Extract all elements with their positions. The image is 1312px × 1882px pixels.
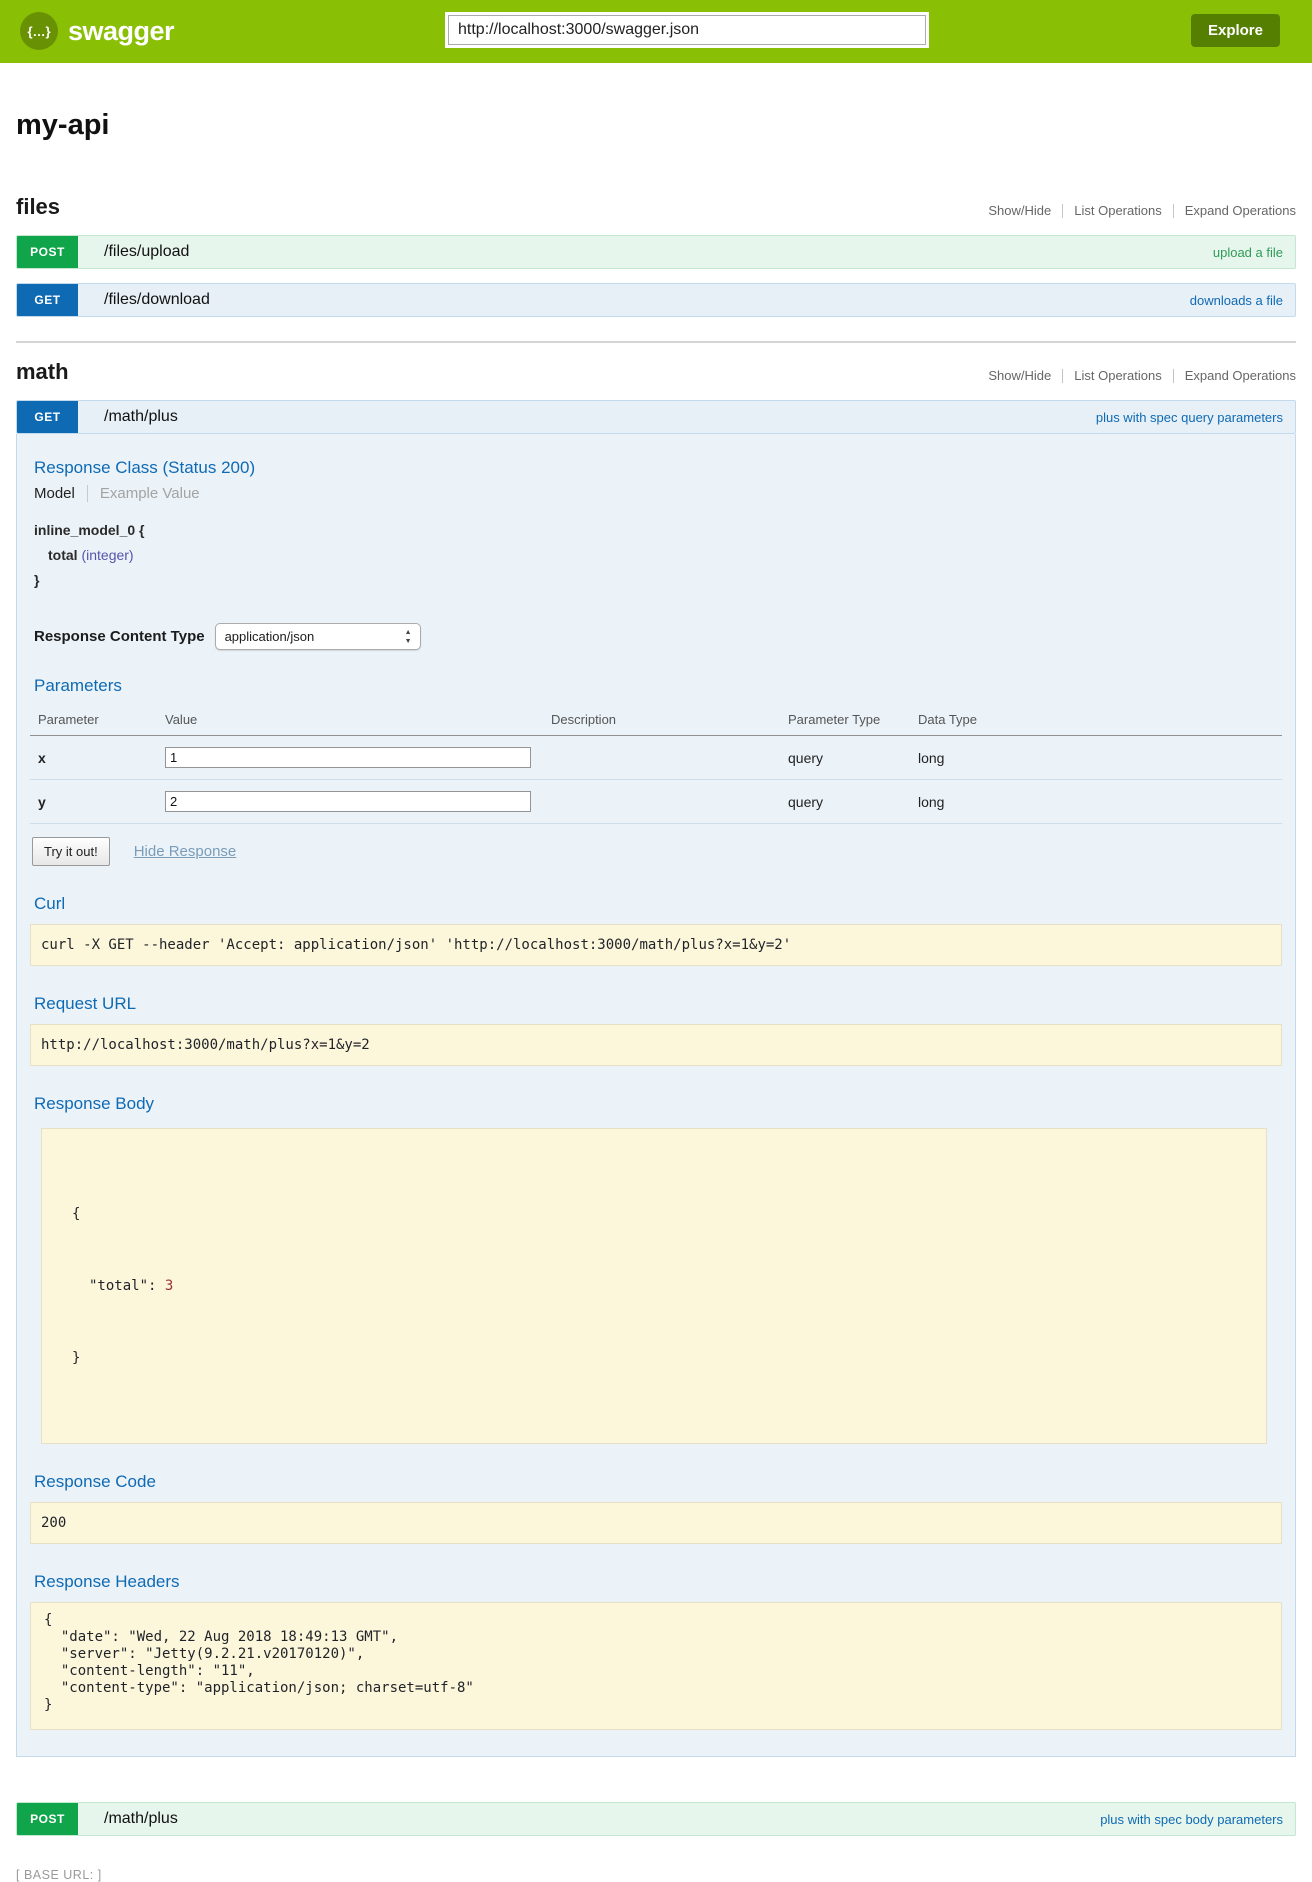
param-data-type: long [910, 736, 1282, 780]
hide-response-link[interactable]: Hide Response [134, 843, 237, 860]
response-class-heading: Response Class (Status 200) [34, 458, 1282, 478]
files-section-heading: files Show/Hide List Operations Expand O… [16, 194, 1296, 220]
resource-link-files[interactable]: files [16, 194, 60, 220]
math-section-controls: Show/Hide List Operations Expand Operati… [977, 368, 1296, 385]
table-row-param-x: x query long [30, 736, 1282, 780]
json-total-line: "total": 3 [72, 1274, 1256, 1298]
operation-detail-panel: Response Class (Status 200) Model Exampl… [16, 434, 1296, 1757]
model-closing-brace: } [34, 568, 1282, 593]
brand-title: swagger [68, 16, 174, 47]
response-code-block: 200 [30, 1502, 1282, 1544]
operation-summary-link[interactable]: upload a file [1213, 236, 1283, 268]
response-body-heading: Response Body [34, 1094, 1282, 1114]
tab-model[interactable]: Model [34, 485, 88, 502]
model-property: total (integer) [48, 543, 1282, 568]
list-operations-link[interactable]: List Operations [1063, 203, 1172, 218]
operation-row-get-math-plus[interactable]: GET /math/plus plus with spec query para… [16, 400, 1296, 434]
model-property-type: (integer) [81, 547, 133, 563]
get-method-badge: GET [17, 401, 78, 433]
response-content-type-label: Response Content Type [34, 628, 205, 645]
model-property-name: total [48, 547, 78, 563]
page-body: my-api files Show/Hide List Operations E… [0, 109, 1312, 1882]
json-close-brace: } [72, 1346, 1256, 1370]
files-section-controls: Show/Hide List Operations Expand Operati… [977, 203, 1296, 220]
swagger-braces-icon: {…} [20, 12, 58, 50]
response-headers-heading: Response Headers [34, 1572, 1282, 1592]
model-declaration: inline_model_0 { [34, 518, 1282, 543]
operation-row-post-files-upload[interactable]: POST /files/upload upload a file [16, 235, 1296, 269]
operation-path-link[interactable]: /math/plus [104, 401, 178, 433]
signature-tabs: Model Example Value [34, 485, 1282, 502]
column-header-parameter-type: Parameter Type [780, 706, 910, 736]
header-bar: {…} swagger Explore [0, 0, 1312, 63]
param-x-value-input[interactable] [165, 747, 531, 768]
swagger-logo[interactable]: {…} swagger [20, 12, 174, 50]
response-content-type-select[interactable]: application/json ▲▼ [215, 623, 421, 650]
operation-path-link[interactable]: /files/upload [104, 236, 189, 268]
select-arrows-icon: ▲▼ [405, 628, 412, 646]
math-section-heading: math Show/Hide List Operations Expand Op… [16, 359, 1296, 385]
model-signature: inline_model_0 { total (integer) } [34, 518, 1282, 593]
request-url-block: http://localhost:3000/math/plus?x=1&y=2 [30, 1024, 1282, 1066]
response-code-heading: Response Code [34, 1472, 1282, 1492]
param-type: query [780, 736, 910, 780]
curl-command-block: curl -X GET --header 'Accept: applicatio… [30, 924, 1282, 966]
section-divider [16, 341, 1296, 343]
expand-operations-link[interactable]: Expand Operations [1174, 203, 1296, 218]
explore-button[interactable]: Explore [1191, 14, 1280, 47]
table-row-param-y: y query long [30, 780, 1282, 824]
expand-operations-link[interactable]: Expand Operations [1174, 368, 1296, 383]
param-name: y [38, 794, 46, 810]
operation-path-link[interactable]: /files/download [104, 284, 210, 316]
parameters-table: Parameter Value Description Parameter Ty… [30, 706, 1282, 824]
operation-summary-link[interactable]: plus with spec query parameters [1096, 401, 1283, 433]
param-y-value-input[interactable] [165, 791, 531, 812]
api-title: my-api [16, 109, 1296, 142]
parameters-table-header-row: Parameter Value Description Parameter Ty… [30, 706, 1282, 736]
post-method-badge: POST [17, 1803, 78, 1835]
param-type: query [780, 780, 910, 824]
post-method-badge: POST [17, 236, 78, 268]
show-hide-link[interactable]: Show/Hide [977, 203, 1062, 218]
try-it-out-button[interactable]: Try it out! [32, 837, 110, 866]
operation-row-get-files-download[interactable]: GET /files/download downloads a file [16, 283, 1296, 317]
response-body-block: { "total": 3 } [41, 1128, 1267, 1444]
spec-url-wrap [445, 12, 929, 48]
column-header-description: Description [543, 706, 780, 736]
json-open-brace: { [72, 1202, 1256, 1226]
try-row: Try it out! Hide Response [32, 837, 1282, 866]
base-url-footer: [ BASE URL: ] [16, 1868, 1296, 1882]
json-key: "total": [89, 1278, 156, 1294]
operation-summary-link[interactable]: downloads a file [1190, 284, 1283, 316]
column-header-data-type: Data Type [910, 706, 1282, 736]
column-header-parameter: Parameter [30, 706, 157, 736]
show-hide-link[interactable]: Show/Hide [977, 368, 1062, 383]
spec-url-input[interactable] [448, 15, 926, 45]
parameters-heading: Parameters [34, 676, 1282, 696]
get-method-badge: GET [17, 284, 78, 316]
param-data-type: long [910, 780, 1282, 824]
selected-content-type: application/json [225, 629, 315, 644]
resource-link-math[interactable]: math [16, 359, 69, 385]
response-content-type-row: Response Content Type application/json ▲… [34, 623, 1282, 650]
operation-row-post-math-plus[interactable]: POST /math/plus plus with spec body para… [16, 1802, 1296, 1836]
tab-example-value[interactable]: Example Value [88, 485, 200, 502]
curl-heading: Curl [34, 894, 1282, 914]
operation-summary-link[interactable]: plus with spec body parameters [1100, 1803, 1283, 1835]
param-name: x [38, 750, 46, 766]
list-operations-link[interactable]: List Operations [1063, 368, 1172, 383]
operation-path-link[interactable]: /math/plus [104, 1803, 178, 1835]
response-headers-block: { "date": "Wed, 22 Aug 2018 18:49:13 GMT… [30, 1602, 1282, 1730]
request-url-heading: Request URL [34, 994, 1282, 1014]
param-description [543, 736, 780, 780]
column-header-value: Value [157, 706, 543, 736]
param-description [543, 780, 780, 824]
json-number: 3 [165, 1278, 173, 1294]
